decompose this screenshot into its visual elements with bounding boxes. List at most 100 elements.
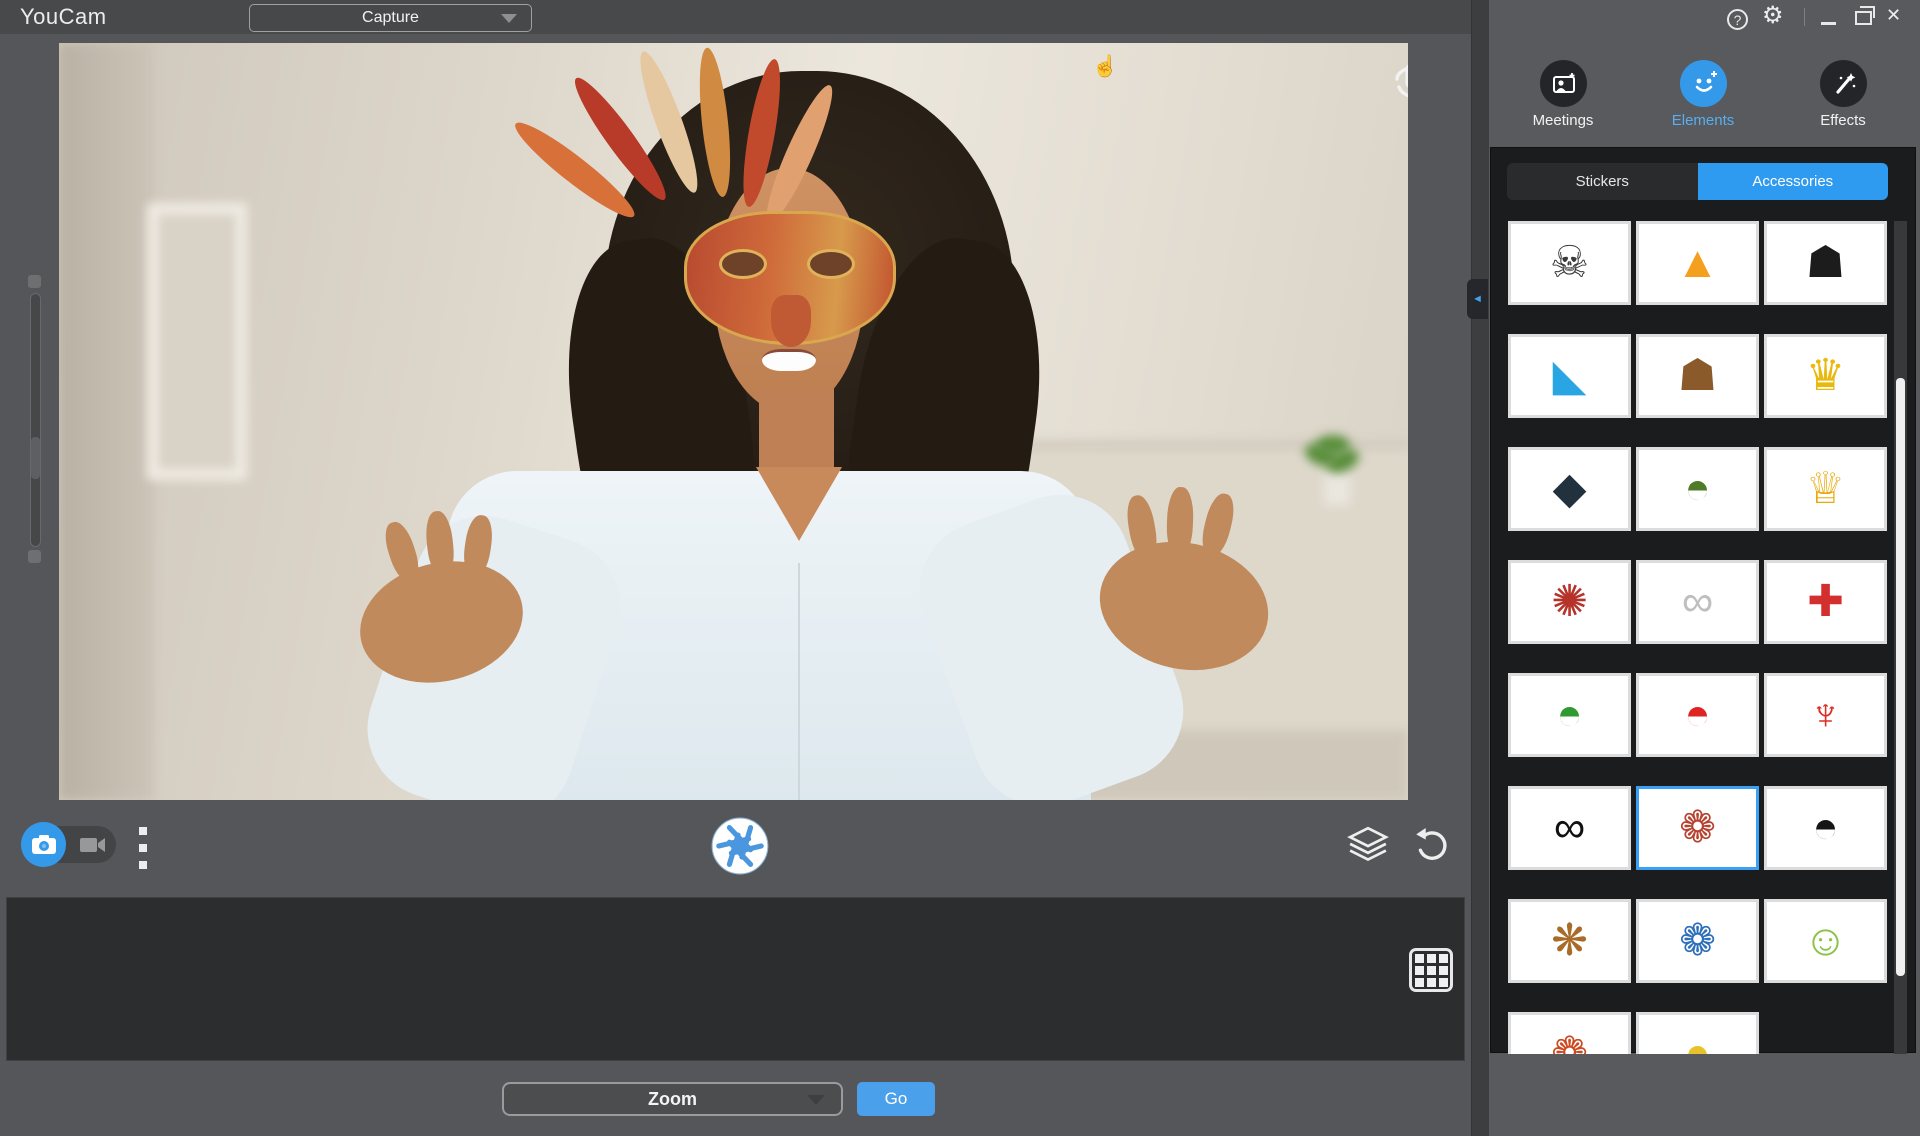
gas-mask-thumbnail[interactable]: ☠ bbox=[1508, 221, 1631, 305]
gas-mask-icon: ☠ bbox=[1549, 238, 1590, 287]
function-dropdown[interactable]: Zoom bbox=[502, 1082, 843, 1116]
chevron-down-icon bbox=[807, 1095, 825, 1105]
settings-button[interactable]: ⚙ bbox=[1762, 2, 1784, 30]
mouse-ears-thumbnail[interactable]: ∞ bbox=[1636, 560, 1759, 644]
panel-scrollbar[interactable] bbox=[1894, 221, 1907, 1054]
cowboy-hat-icon: ☗ bbox=[1677, 351, 1718, 400]
red-bowler-nose-thumbnail[interactable]: ◓ bbox=[1636, 673, 1759, 757]
layers-icon bbox=[1347, 826, 1389, 862]
tab-effects[interactable] bbox=[1820, 60, 1867, 107]
mode-dropdown-value: Capture bbox=[362, 9, 419, 26]
panel-collapse-button[interactable]: ◄ bbox=[1467, 279, 1488, 319]
magic-wand-icon bbox=[1835, 72, 1855, 94]
more-options-menu[interactable] bbox=[139, 827, 147, 869]
zoom-slider-track[interactable] bbox=[30, 293, 41, 547]
gear-icon: ⚙ bbox=[1762, 2, 1784, 29]
captured-media-strip bbox=[6, 897, 1465, 1061]
reset-effects-button[interactable] bbox=[1412, 827, 1450, 870]
slider-plus-button[interactable] bbox=[28, 275, 41, 288]
elements-panel: Stickers Accessories ☠ ▲ ☗ ◣ ☗ ♛ ◆ ◓ ♕ ✺ ∞ ✚ ◓ ◓ ♆ ∞ ❁ ◓ ❋… bbox=[1490, 147, 1916, 1054]
yellow-mask-icon: ◓ bbox=[1684, 1029, 1711, 1055]
meetings-icon bbox=[1552, 72, 1575, 93]
feather-headdress-icon: ✺ bbox=[1551, 577, 1588, 626]
scrollbar-thumb[interactable] bbox=[1896, 378, 1905, 976]
effect-layers-button[interactable] bbox=[1345, 826, 1391, 869]
police-cap-thumbnail[interactable]: ☗ bbox=[1764, 221, 1887, 305]
groucho-glasses-icon: ∞ bbox=[1553, 803, 1586, 852]
background-plant-pot bbox=[1324, 473, 1350, 505]
reindeer-antlers-icon: ♆ bbox=[1809, 690, 1842, 739]
tab-stickers[interactable]: Stickers bbox=[1507, 163, 1698, 200]
photo-mode-button[interactable] bbox=[21, 822, 66, 867]
nurse-cap-icon: ✚ bbox=[1807, 577, 1844, 626]
camo-grass-helmet-thumbnail[interactable]: ◓ bbox=[1636, 447, 1759, 531]
sticker-accessory-tabs: Stickers Accessories bbox=[1507, 163, 1888, 200]
slider-minus-button[interactable] bbox=[28, 550, 41, 563]
gold-tiara-icon: ♕ bbox=[1805, 464, 1846, 513]
cucumber-spa-mask-icon: ☺ bbox=[1803, 916, 1848, 965]
watermelon-hat-thumbnail[interactable]: ◓ bbox=[1508, 673, 1631, 757]
switch-camera-icon[interactable] bbox=[1385, 53, 1408, 111]
drag-hand-icon: ☝ bbox=[1092, 55, 1119, 78]
jester-mask-thumbnail[interactable]: ❋ bbox=[1508, 899, 1631, 983]
graduation-cap-thumbnail[interactable]: ◆ bbox=[1508, 447, 1631, 531]
smiley-icon bbox=[1695, 70, 1717, 92]
subject-smile bbox=[762, 349, 816, 371]
camo-grass-helmet-icon: ◓ bbox=[1684, 464, 1711, 513]
nurse-cap-thumbnail[interactable]: ✚ bbox=[1764, 560, 1887, 644]
tab-accessories[interactable]: Accessories bbox=[1697, 163, 1888, 200]
royal-crown-thumbnail[interactable]: ♛ bbox=[1764, 334, 1887, 418]
blue-feather-mask-thumbnail[interactable]: ❁ bbox=[1636, 899, 1759, 983]
tab-elements-label[interactable]: Elements bbox=[1638, 112, 1768, 129]
tab-meetings[interactable] bbox=[1540, 60, 1587, 107]
reindeer-antlers-thumbnail[interactable]: ♆ bbox=[1764, 673, 1887, 757]
mask-eye-hole bbox=[807, 249, 855, 279]
bowler-monocle-icon: ◓ bbox=[1812, 803, 1839, 852]
chevron-down-icon bbox=[501, 14, 517, 23]
blue-paper-hat-thumbnail[interactable]: ◣ bbox=[1508, 334, 1631, 418]
camera-icon bbox=[31, 835, 56, 854]
zoom-slider-thumb[interactable] bbox=[31, 437, 40, 479]
carnival-mask-icon: ❁ bbox=[1551, 1029, 1588, 1055]
bowler-monocle-thumbnail[interactable]: ◓ bbox=[1764, 786, 1887, 870]
blue-paper-hat-icon: ◣ bbox=[1552, 351, 1587, 400]
restore-button[interactable] bbox=[1855, 6, 1875, 25]
finger bbox=[380, 518, 424, 586]
watermelon-hat-icon: ◓ bbox=[1556, 690, 1583, 739]
help-button[interactable]: ? bbox=[1727, 9, 1748, 30]
panel-separator bbox=[1471, 0, 1489, 1136]
royal-crown-icon: ♛ bbox=[1805, 351, 1846, 400]
background-window-frame bbox=[147, 203, 247, 480]
close-button[interactable]: ✕ bbox=[1886, 5, 1901, 26]
tab-effects-label[interactable]: Effects bbox=[1778, 112, 1908, 129]
graduation-cap-icon: ◆ bbox=[1552, 464, 1587, 513]
rotate-ccw-icon bbox=[1416, 828, 1447, 860]
background-wall bbox=[59, 43, 154, 800]
party-hat-thumbnail[interactable]: ▲ bbox=[1636, 221, 1759, 305]
mask-eye-hole bbox=[719, 249, 767, 279]
webcam-preview[interactable]: ☝ bbox=[59, 43, 1408, 800]
tab-elements[interactable] bbox=[1680, 60, 1727, 107]
aperture-icon bbox=[711, 817, 769, 875]
minimize-button[interactable] bbox=[1821, 22, 1836, 25]
mode-dropdown[interactable]: Capture bbox=[249, 4, 532, 32]
video-mode-icon[interactable] bbox=[80, 836, 110, 859]
mask-nose bbox=[771, 295, 811, 347]
collapse-arrow-icon: ◄ bbox=[1472, 293, 1483, 305]
tab-meetings-label[interactable]: Meetings bbox=[1498, 112, 1628, 129]
venetian-feather-mask-thumbnail[interactable]: ❁ bbox=[1636, 786, 1759, 870]
cowboy-hat-thumbnail[interactable]: ☗ bbox=[1636, 334, 1759, 418]
feather-headdress-thumbnail[interactable]: ✺ bbox=[1508, 560, 1631, 644]
gallery-grid-button[interactable] bbox=[1409, 948, 1453, 992]
yellow-mask-thumbnail[interactable]: ◓ bbox=[1636, 1012, 1759, 1054]
red-bowler-nose-icon: ◓ bbox=[1684, 690, 1711, 739]
accessories-grid: ☠ ▲ ☗ ◣ ☗ ♛ ◆ ◓ ♕ ✺ ∞ ✚ ◓ ◓ ♆ ∞ ❁ ◓ ❋ ❁ ☺ ❁ ◓ bbox=[1508, 221, 1887, 1054]
gold-tiara-thumbnail[interactable]: ♕ bbox=[1764, 447, 1887, 531]
carnival-mask-thumbnail[interactable]: ❁ bbox=[1508, 1012, 1631, 1054]
help-icon: ? bbox=[1733, 11, 1742, 28]
groucho-glasses-thumbnail[interactable]: ∞ bbox=[1508, 786, 1631, 870]
snapshot-button[interactable] bbox=[711, 817, 769, 875]
shirt-button-placket bbox=[798, 563, 800, 800]
go-button[interactable]: Go bbox=[857, 1082, 935, 1116]
cucumber-spa-mask-thumbnail[interactable]: ☺ bbox=[1764, 899, 1887, 983]
